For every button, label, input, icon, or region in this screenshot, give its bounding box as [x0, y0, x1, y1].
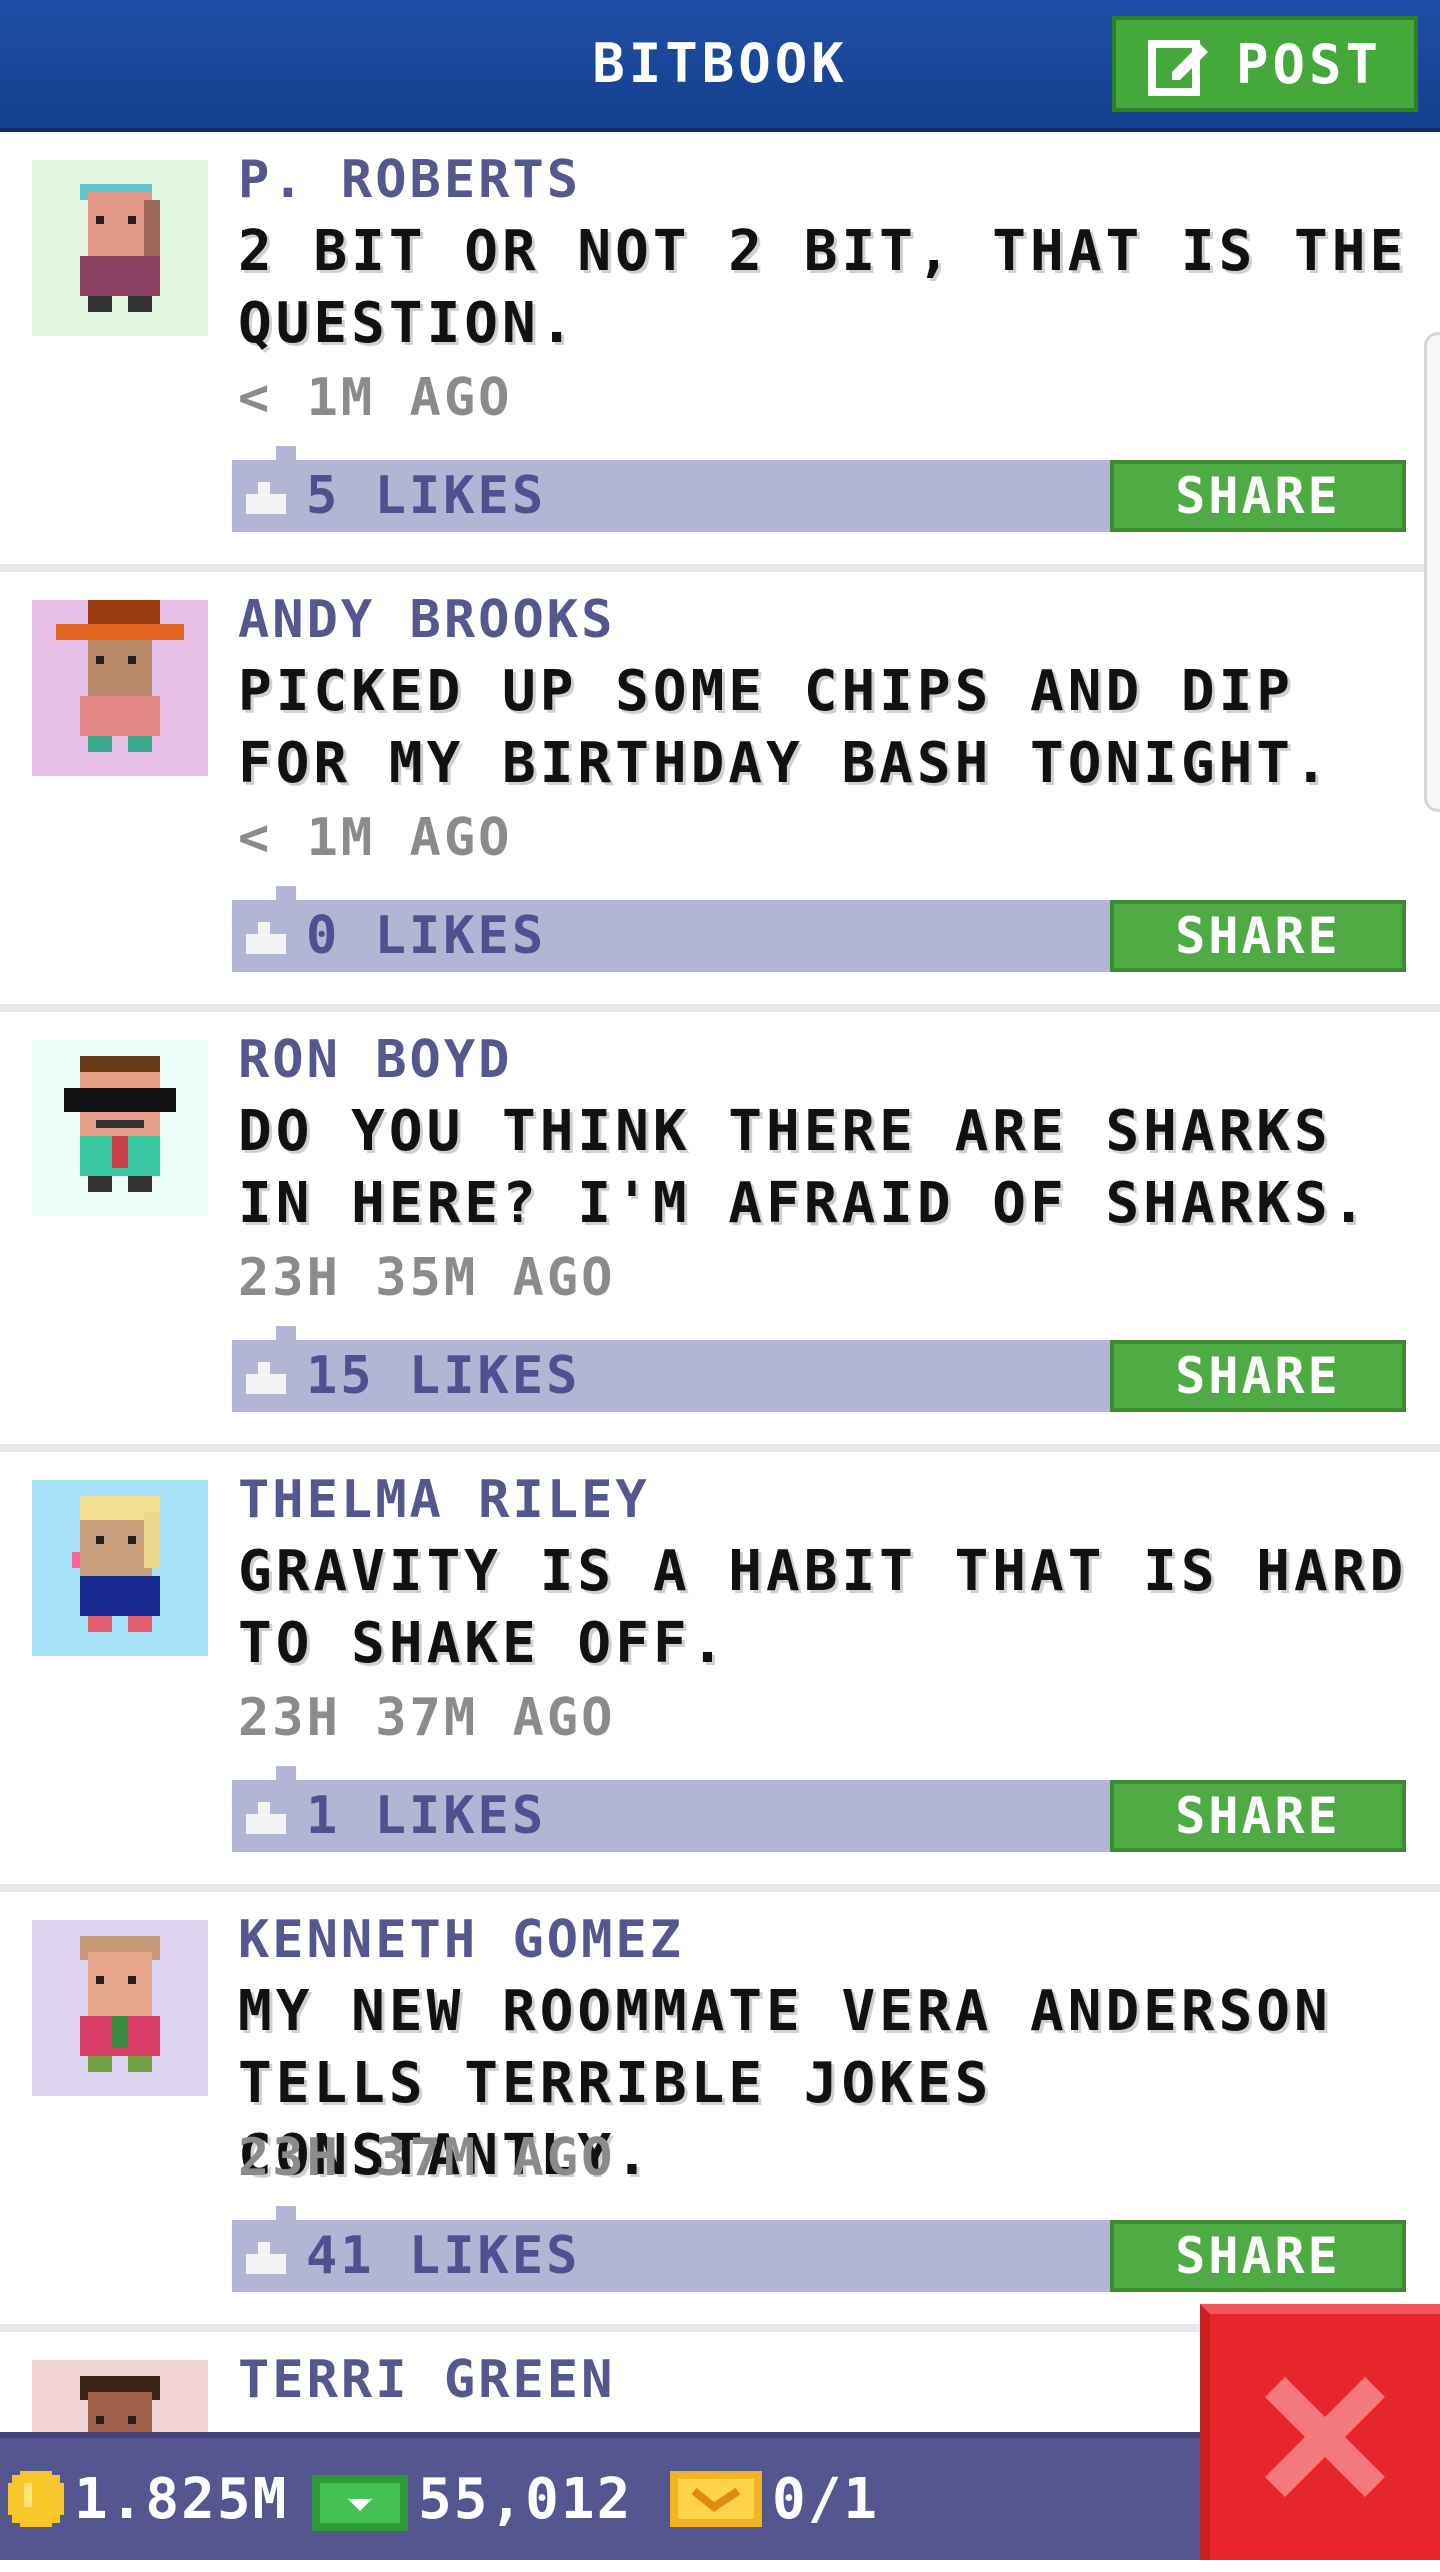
feed-post: P. ROBERTS 2 BIT OR NOT 2 BIT, THAT IS T… [0, 132, 1440, 572]
thumbs-up-icon[interactable] [246, 918, 286, 954]
header-bar: BITBOOK POST [0, 0, 1440, 132]
avatar[interactable] [32, 160, 208, 336]
feed-list[interactable]: P. ROBERTS 2 BIT OR NOT 2 BIT, THAT IS T… [0, 132, 1440, 2572]
post-author[interactable]: ANDY BROOKS [238, 590, 615, 650]
edit-icon [1147, 32, 1212, 96]
post-button[interactable]: POST [1112, 16, 1418, 112]
thumbs-up-icon[interactable] [246, 1358, 286, 1394]
likes-bar: 5 LIKES SHARE [232, 446, 1406, 532]
ticket-icon [670, 2471, 762, 2527]
feed-post: ANDY BROOKS PICKED UP SOME CHIPS AND DIP… [0, 572, 1440, 1012]
avatar[interactable] [32, 1040, 208, 1216]
coins-value: 1.825M [74, 2466, 289, 2532]
post-message: DO YOU THINK THERE ARE SHARKS IN HERE? I… [238, 1099, 1370, 1236]
bux-value: 55,012 [418, 2466, 633, 2532]
post-message: PICKED UP SOME CHIPS AND DIP FOR MY BIRT… [238, 659, 1332, 796]
bux-stat: 55,012 [312, 2438, 632, 2560]
avatar[interactable] [32, 600, 208, 776]
coins-stat: 1.825M [8, 2438, 288, 2560]
likes-count: 1 LIKES [306, 1786, 547, 1846]
thumbs-up-icon[interactable] [246, 478, 286, 514]
scrollbar[interactable] [1424, 332, 1440, 812]
likes-count: 5 LIKES [306, 466, 547, 526]
likes-count: 15 LIKES [306, 1346, 581, 1406]
thumbs-up-icon[interactable] [246, 1798, 286, 1834]
post-message: 2 BIT OR NOT 2 BIT, THAT IS THE QUESTION… [238, 219, 1408, 356]
post-timestamp: < 1M AGO [238, 368, 513, 428]
share-button[interactable]: SHARE [1110, 1780, 1406, 1852]
likes-bar: 1 LIKES SHARE [232, 1766, 1406, 1852]
avatar[interactable] [32, 1920, 208, 2096]
post-author[interactable]: P. ROBERTS [238, 150, 581, 210]
share-button[interactable]: SHARE [1110, 1340, 1406, 1412]
post-author[interactable]: TERRI GREEN [238, 2350, 615, 2410]
tickets-stat: 0/1 [670, 2438, 879, 2560]
avatar[interactable] [32, 1480, 208, 1656]
post-button-label: POST [1235, 32, 1383, 96]
post-author[interactable]: RON BOYD [238, 1030, 512, 1090]
tickets-value: 0/1 [772, 2466, 880, 2532]
likes-bar: 0 LIKES SHARE [232, 886, 1406, 972]
share-button[interactable]: SHARE [1110, 460, 1406, 532]
likes-count: 0 LIKES [306, 906, 547, 966]
coin-icon [8, 2471, 64, 2527]
likes-bar: 15 LIKES SHARE [232, 1326, 1406, 1412]
feed-post: KENNETH GOMEZ MY NEW ROOMMATE VERA ANDER… [0, 1892, 1440, 2332]
post-timestamp: 23H 35M AGO [238, 1248, 616, 1308]
post-timestamp: 23H 37M AGO [238, 1688, 616, 1748]
share-button[interactable]: SHARE [1110, 2220, 1406, 2292]
post-author[interactable]: THELMA RILEY [238, 1470, 650, 1530]
post-timestamp: < 1M AGO [238, 808, 513, 868]
post-author[interactable]: KENNETH GOMEZ [238, 1910, 684, 1970]
likes-bar: 41 LIKES SHARE [232, 2206, 1406, 2292]
close-icon [1255, 2367, 1395, 2507]
thumbs-up-icon[interactable] [246, 2238, 286, 2274]
likes-count: 41 LIKES [306, 2226, 581, 2286]
cash-icon [312, 2467, 408, 2531]
post-message: GRAVITY IS A HABIT THAT IS HARD TO SHAKE… [238, 1539, 1408, 1676]
close-button[interactable] [1200, 2304, 1440, 2560]
share-button[interactable]: SHARE [1110, 900, 1406, 972]
post-timestamp: 23H 37M AGO [238, 2128, 616, 2188]
feed-post: RON BOYD DO YOU THINK THERE ARE SHARKS I… [0, 1012, 1440, 1452]
feed-post: THELMA RILEY GRAVITY IS A HABIT THAT IS … [0, 1452, 1440, 1892]
